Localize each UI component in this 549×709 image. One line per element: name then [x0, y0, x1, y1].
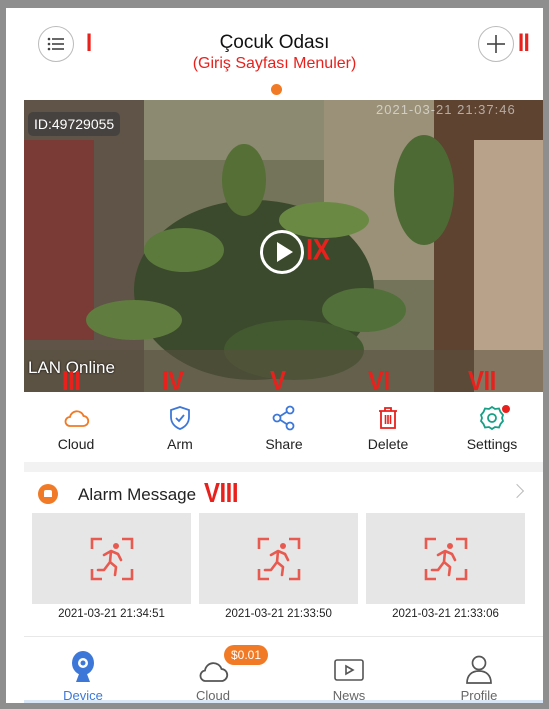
trash-icon	[379, 407, 397, 429]
annotation-label-viii: VIII	[204, 477, 239, 509]
alarm-thumbnail[interactable]	[199, 513, 358, 604]
video-play-icon	[334, 659, 364, 681]
alarm-time: 2021-03-21 21:34:51	[58, 608, 165, 620]
device-id-badge: ID:49729055	[28, 112, 121, 136]
play-icon[interactable]	[260, 230, 304, 274]
alarm-icon	[38, 484, 58, 504]
arm-button[interactable]: Arm	[130, 392, 230, 462]
share-button-label: Share	[265, 436, 303, 452]
device-action-bar: Cloud Arm Share Delete Settings	[24, 392, 543, 462]
annotation-label-ii: II	[518, 28, 530, 57]
settings-button-label: Settings	[466, 436, 518, 452]
video-timestamp: 2021-03-21 21:37:46	[376, 102, 516, 117]
page-title: Çocuk Odası	[219, 32, 330, 53]
chevron-right-icon[interactable]	[509, 483, 525, 499]
alarm-time: 2021-03-21 21:33:50	[225, 608, 332, 620]
page-indicator-dot	[271, 84, 282, 95]
camera-icon	[72, 651, 94, 682]
alarm-time: 2021-03-21 21:33:06	[392, 608, 499, 620]
bottom-edge-bar	[24, 700, 543, 703]
motion-detect-icon	[424, 537, 468, 581]
add-device-button[interactable]	[478, 26, 514, 62]
motion-detect-icon	[257, 537, 301, 581]
section-divider	[24, 462, 543, 472]
cloud-button-label: Cloud	[57, 436, 95, 452]
app-frame: I Çocuk Odası (Giriş Sayfası Menuler) II	[0, 0, 549, 709]
delete-button[interactable]: Delete	[338, 392, 438, 462]
plus-icon	[487, 35, 505, 53]
settings-button[interactable]: Settings	[442, 392, 542, 462]
cloud-icon	[199, 662, 229, 682]
camera-preview[interactable]: 2021-03-21 21:37:46 ID:49729055 IX LAN O…	[24, 100, 543, 392]
delete-button-label: Delete	[367, 436, 409, 452]
nav-item-profile[interactable]: Profile	[424, 644, 534, 703]
share-icon	[272, 405, 295, 431]
header: I Çocuk Odası (Giriş Sayfası Menuler) II	[6, 8, 543, 102]
cloud-price-badge: $0.01	[224, 645, 269, 665]
notification-dot	[502, 405, 510, 413]
person-icon	[466, 655, 492, 684]
annotation-label-ix: IX	[306, 231, 330, 267]
nav-item-news[interactable]: News	[294, 644, 404, 703]
cloud-button[interactable]: Cloud	[26, 392, 126, 462]
motion-detect-icon	[90, 537, 134, 581]
cloud-icon	[64, 410, 90, 427]
share-button[interactable]: Share	[234, 392, 334, 462]
alarm-thumbnail[interactable]	[366, 513, 525, 604]
alarm-message-title: Alarm Message	[78, 485, 197, 504]
arm-button-label: Arm	[167, 436, 193, 452]
page-subtitle: (Giriş Sayfası Menuler)	[192, 55, 357, 72]
nav-item-device[interactable]: Device	[28, 644, 138, 703]
alarm-message-header[interactable]: Alarm Message VIII	[24, 472, 543, 512]
alarm-thumbnail[interactable]	[32, 513, 191, 604]
shield-icon	[170, 406, 190, 430]
bottom-nav-divider	[24, 636, 543, 637]
